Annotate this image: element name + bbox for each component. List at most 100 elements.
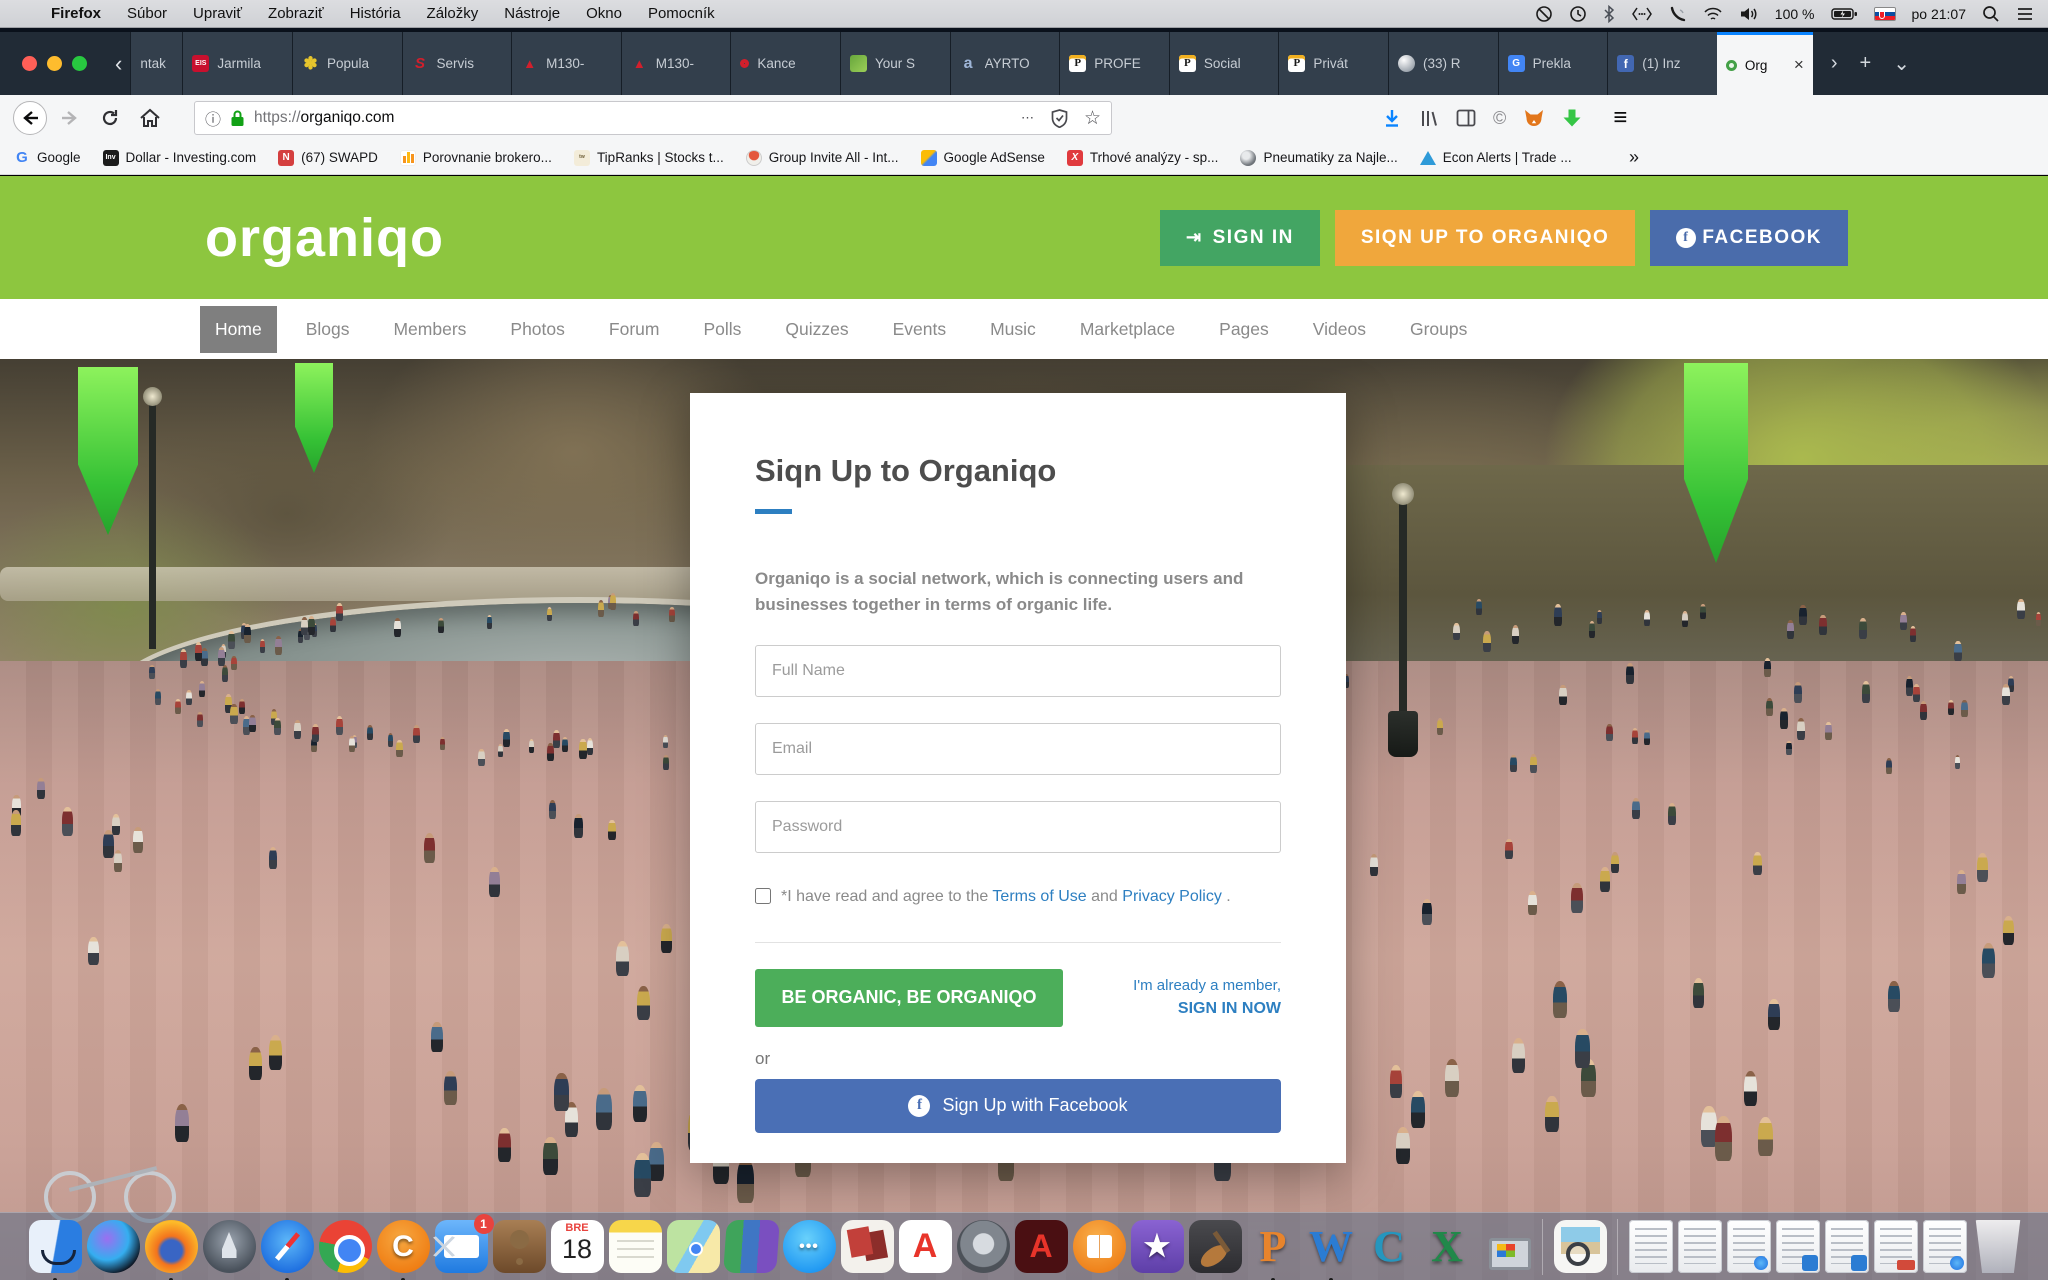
tab-prekladac[interactable]: GPrekla	[1498, 32, 1608, 95]
tab-organiqo-active[interactable]: Org×	[1717, 32, 1813, 95]
dock-word[interactable]: W	[1305, 1220, 1358, 1273]
dock-cryptocompare[interactable]: C	[377, 1220, 430, 1273]
dock-trash[interactable]	[1972, 1220, 2025, 1273]
tab-jarmila[interactable]: EISJarmila	[182, 32, 292, 95]
reload-button[interactable]	[93, 101, 127, 135]
time-machine-icon[interactable]	[1569, 5, 1587, 23]
url-bar[interactable]: ⓘ https://organiqo.com ⋯ ☆	[194, 101, 1112, 135]
email-input[interactable]	[755, 723, 1281, 775]
sign-in-now-link[interactable]: SIGN IN NOW	[1133, 1000, 1281, 1018]
dock-contacts[interactable]	[493, 1220, 546, 1273]
dock-photo-booth[interactable]	[841, 1220, 894, 1273]
bookmark-porovnanie[interactable]: Porovnanie brokero...	[400, 150, 552, 166]
menu-historia[interactable]: História	[350, 5, 401, 22]
sign-up-button[interactable]: SIQN UP TO ORGANIQO	[1335, 210, 1635, 266]
tab-kance[interactable]: Kance	[730, 32, 840, 95]
menu-item-marketplace[interactable]: Marketplace	[1065, 306, 1190, 353]
dock-notes[interactable]	[609, 1220, 662, 1273]
spotlight-icon[interactable]	[1982, 5, 2000, 23]
list-all-tabs-button[interactable]: ⌄	[1893, 51, 1910, 76]
notification-center-icon[interactable]	[2016, 6, 2034, 22]
back-button[interactable]	[13, 101, 47, 135]
slovak-flag-icon[interactable]	[1874, 7, 1896, 21]
bookmark-investing[interactable]: InvDollar - Investing.com	[103, 150, 257, 166]
tab-popula[interactable]: ✽Popula	[292, 32, 402, 95]
menu-firefox[interactable]: Firefox	[51, 5, 101, 22]
facebook-header-button[interactable]: fFACEBOOK	[1650, 210, 1848, 266]
privacy-policy-link[interactable]: Privacy Policy	[1122, 888, 1222, 905]
bookmark-tipranks[interactable]: twTipRanks | Stocks t...	[574, 150, 724, 166]
menubar-clock[interactable]: po 21:07	[1912, 6, 1967, 22]
close-window-button[interactable]	[22, 56, 37, 71]
new-tab-button[interactable]: +	[1860, 52, 1872, 75]
organiqo-logo[interactable]: organiqo	[205, 207, 444, 269]
bookmark-swapd[interactable]: N(67) SWAPD	[278, 150, 378, 166]
menu-item-photos[interactable]: Photos	[495, 306, 579, 353]
page-actions-icon[interactable]: ⋯	[1021, 110, 1035, 126]
video-download-icon[interactable]	[1562, 108, 1582, 128]
menu-item-groups[interactable]: Groups	[1395, 306, 1482, 353]
dock-launchpad[interactable]	[203, 1220, 256, 1273]
dock-maps[interactable]	[667, 1220, 720, 1273]
dock-doc-list[interactable]	[1678, 1220, 1722, 1273]
full-name-input[interactable]	[755, 645, 1281, 697]
menu-item-home[interactable]: Home	[200, 306, 277, 353]
dock-firefox[interactable]	[145, 1220, 198, 1273]
phone-icon[interactable]	[1669, 5, 1687, 23]
dock-siri[interactable]	[87, 1220, 140, 1273]
menu-item-polls[interactable]: Polls	[688, 306, 756, 353]
dock-doc-blue[interactable]	[1727, 1220, 1771, 1273]
menu-okno[interactable]: Okno	[586, 5, 622, 22]
bookmark-adsense[interactable]: Google AdSense	[921, 150, 1045, 166]
dock-chrome[interactable]	[319, 1220, 372, 1273]
password-input[interactable]	[755, 801, 1281, 853]
bookmark-pneumatiky[interactable]: Pneumatiky za Najle...	[1240, 150, 1397, 166]
sidebar-icon[interactable]	[1456, 109, 1476, 127]
dock-doc-sheet[interactable]	[1923, 1220, 1967, 1273]
menu-nastroje[interactable]: Nástroje	[504, 5, 560, 22]
airplay-brackets-icon[interactable]	[1631, 6, 1653, 22]
tab-servis[interactable]: SServis	[402, 32, 512, 95]
tab-33-r[interactable]: (33) R	[1388, 32, 1498, 95]
menu-zalozky[interactable]: Záložky	[427, 5, 479, 22]
downloads-icon[interactable]	[1382, 108, 1402, 128]
bookmark-star-icon[interactable]: ☆	[1084, 107, 1101, 130]
extension-copyright-icon[interactable]: ©	[1493, 108, 1506, 129]
dock-doc-word-2[interactable]	[1825, 1220, 1869, 1273]
dock-excel[interactable]: X	[1421, 1220, 1474, 1273]
metamask-fox-icon[interactable]	[1523, 108, 1545, 128]
terms-of-use-link[interactable]: Terms of Use	[992, 888, 1086, 905]
dock-system-preferences[interactable]	[957, 1220, 1010, 1273]
library-icon[interactable]	[1419, 108, 1439, 128]
be-organic-button[interactable]: BE ORGANIC, BE ORGANIQO	[755, 969, 1063, 1027]
menu-item-blogs[interactable]: Blogs	[291, 306, 365, 353]
wifi-icon[interactable]	[1703, 6, 1723, 22]
pocket-shield-icon[interactable]	[1051, 109, 1068, 128]
dock-calendar[interactable]: BRE18	[551, 1220, 604, 1273]
tab-ayrto[interactable]: aAYRTO	[950, 32, 1060, 95]
dock-doc-word-1[interactable]	[1776, 1220, 1820, 1273]
dock-doc-zip[interactable]	[1629, 1220, 1673, 1273]
battery-icon[interactable]	[1831, 6, 1858, 22]
menu-item-events[interactable]: Events	[878, 306, 962, 353]
dock-preview[interactable]	[1554, 1220, 1607, 1273]
menu-pomocnik[interactable]: Pomocník	[648, 5, 715, 22]
dock-citrix[interactable]: C	[1363, 1220, 1416, 1273]
tab-privat[interactable]: PPrivát	[1278, 32, 1388, 95]
minimize-window-button[interactable]	[47, 56, 62, 71]
tab-social[interactable]: PSocial	[1169, 32, 1279, 95]
bookmark-trhove-analyzy[interactable]: XTrhové analýzy - sp...	[1067, 150, 1219, 166]
dock-finder[interactable]	[29, 1220, 82, 1273]
bluetooth-icon[interactable]	[1603, 5, 1615, 23]
menu-subor[interactable]: Súbor	[127, 5, 167, 22]
bookmarks-overflow-button[interactable]: »	[1629, 147, 1639, 168]
tab-your-s[interactable]: Your S	[840, 32, 950, 95]
tab-m130-1[interactable]: ▲M130-	[511, 32, 621, 95]
dock-books[interactable]	[723, 1220, 780, 1273]
menu-item-music[interactable]: Music	[975, 306, 1051, 353]
tab-profe[interactable]: PPROFE	[1059, 32, 1169, 95]
dock-messages[interactable]: •••	[783, 1220, 836, 1273]
close-tab-button[interactable]: ×	[1794, 55, 1804, 75]
scroll-tabs-left-button[interactable]: ‹	[107, 32, 130, 95]
zoom-window-button[interactable]	[72, 56, 87, 71]
